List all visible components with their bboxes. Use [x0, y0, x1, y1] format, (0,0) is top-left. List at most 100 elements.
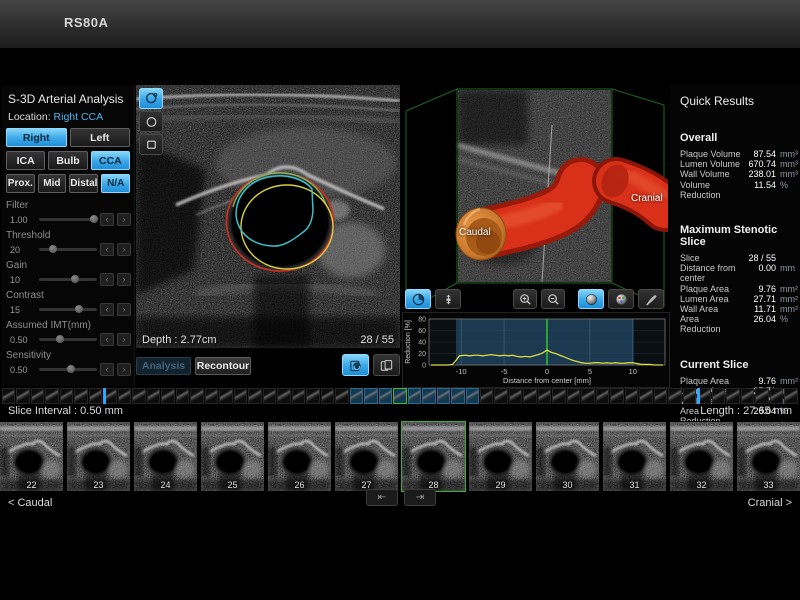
- overview-slice-cell[interactable]: [161, 388, 174, 404]
- overview-slice-cell[interactable]: [422, 388, 435, 404]
- slider-decrement-icon[interactable]: ‹: [100, 273, 114, 286]
- slider-track[interactable]: [39, 248, 97, 251]
- contour-tool-button[interactable]: [139, 88, 163, 109]
- overview-range-marker[interactable]: [103, 388, 106, 404]
- vessel-3d-view[interactable]: Caudal Cranial: [402, 85, 668, 311]
- toggle-bulb[interactable]: Bulb: [48, 151, 87, 170]
- zoom-in-button[interactable]: [513, 289, 537, 309]
- slider-track[interactable]: [39, 338, 97, 341]
- overview-slice-cell[interactable]: [205, 388, 218, 404]
- toggle-distal[interactable]: Distal: [69, 174, 98, 193]
- overview-slice-cell[interactable]: [625, 388, 638, 404]
- slider-thumb[interactable]: [67, 365, 75, 373]
- slice-thumbnail[interactable]: 32: [669, 421, 734, 492]
- toggle-cca[interactable]: CCA: [91, 151, 130, 170]
- overview-slice-cell[interactable]: [654, 388, 667, 404]
- slider-increment-icon[interactable]: ›: [117, 363, 131, 376]
- slice-thumbnail[interactable]: 33: [736, 421, 800, 492]
- analysis-button[interactable]: Analysis: [136, 357, 191, 375]
- overview-slice-cell[interactable]: [596, 388, 609, 404]
- overview-slice-cell[interactable]: [321, 388, 334, 404]
- render-mode-button[interactable]: [578, 289, 604, 309]
- overview-slice-cell[interactable]: [147, 388, 160, 404]
- slider-track[interactable]: [39, 368, 97, 371]
- slider-increment-icon[interactable]: ›: [117, 273, 131, 286]
- slice-thumbnail[interactable]: 23: [66, 421, 131, 492]
- overview-slice-cell[interactable]: [16, 388, 29, 404]
- overview-slice-cell[interactable]: [451, 388, 464, 404]
- overview-slice-cell[interactable]: [741, 388, 754, 404]
- slice-thumbnail[interactable]: 26: [267, 421, 332, 492]
- overview-slice-cell[interactable]: [466, 388, 479, 404]
- rect-tool-button[interactable]: [139, 134, 163, 155]
- slider-track[interactable]: [39, 308, 97, 311]
- slice-thumbnail[interactable]: 24: [133, 421, 198, 492]
- slider-decrement-icon[interactable]: ‹: [100, 363, 114, 376]
- overview-range-marker[interactable]: [697, 388, 700, 404]
- overview-slice-cell[interactable]: [523, 388, 536, 404]
- overview-slice-cell[interactable]: [118, 388, 131, 404]
- overview-slice-cell[interactable]: [755, 388, 768, 404]
- toggle-right[interactable]: Right: [6, 128, 67, 147]
- volume-render-toggle-button[interactable]: [342, 354, 369, 376]
- ultrasound-image[interactable]: [136, 85, 400, 348]
- overview-slice-cell[interactable]: [509, 388, 522, 404]
- slice-thumbnail[interactable]: 25: [200, 421, 265, 492]
- slice-overview-strip[interactable]: [2, 388, 798, 404]
- slider-increment-icon[interactable]: ›: [117, 243, 131, 256]
- overview-slice-cell[interactable]: [408, 388, 421, 404]
- go-first-slice-button[interactable]: ⇤: [366, 489, 398, 506]
- go-last-slice-button[interactable]: ⇥: [404, 489, 436, 506]
- overview-slice-cell[interactable]: [639, 388, 652, 404]
- slice-thumbnail[interactable]: 29: [468, 421, 533, 492]
- slice-thumbnail[interactable]: 28: [401, 421, 466, 492]
- slice-thumbnail[interactable]: 22: [0, 421, 64, 492]
- ellipse-tool-button[interactable]: [139, 111, 163, 132]
- slider-thumb[interactable]: [90, 215, 98, 223]
- slider-decrement-icon[interactable]: ‹: [100, 243, 114, 256]
- recontour-button[interactable]: Recontour: [195, 357, 251, 375]
- overview-slice-cell[interactable]: [350, 388, 363, 404]
- overview-slice-cell[interactable]: [219, 388, 232, 404]
- slice-thumbnail[interactable]: 30: [535, 421, 600, 492]
- overview-slice-cell[interactable]: [31, 388, 44, 404]
- toggle-left[interactable]: Left: [70, 128, 131, 147]
- overview-slice-cell[interactable]: [726, 388, 739, 404]
- overview-slice-cell[interactable]: [581, 388, 594, 404]
- slice-position-button[interactable]: [435, 289, 461, 309]
- overview-slice-cell[interactable]: [567, 388, 580, 404]
- slider-thumb[interactable]: [75, 305, 83, 313]
- overview-slice-cell[interactable]: [480, 388, 493, 404]
- overview-slice-cell[interactable]: [393, 388, 406, 404]
- toggle-n-a[interactable]: N/A: [101, 174, 130, 193]
- toggle-mid[interactable]: Mid: [38, 174, 67, 193]
- slice-thumbnail[interactable]: 27: [334, 421, 399, 492]
- toggle-ica[interactable]: ICA: [6, 151, 45, 170]
- overview-slice-cell[interactable]: [335, 388, 348, 404]
- overview-slice-cell[interactable]: [248, 388, 261, 404]
- overview-slice-cell[interactable]: [292, 388, 305, 404]
- slider-track[interactable]: [39, 278, 97, 281]
- overview-slice-cell[interactable]: [234, 388, 247, 404]
- overview-slice-cell[interactable]: [2, 388, 15, 404]
- overview-slice-cell[interactable]: [437, 388, 450, 404]
- overview-slice-cell[interactable]: [306, 388, 319, 404]
- overview-slice-cell[interactable]: [60, 388, 73, 404]
- slider-thumb[interactable]: [49, 245, 57, 253]
- orientation-view-button[interactable]: [405, 289, 431, 309]
- overview-slice-cell[interactable]: [784, 388, 797, 404]
- overview-slice-cell[interactable]: [610, 388, 623, 404]
- slider-decrement-icon[interactable]: ‹: [100, 213, 114, 226]
- overview-slice-cell[interactable]: [683, 388, 696, 404]
- overview-slice-cell[interactable]: [263, 388, 276, 404]
- overview-slice-cell[interactable]: [277, 388, 290, 404]
- overview-slice-cell[interactable]: [45, 388, 58, 404]
- slider-increment-icon[interactable]: ›: [117, 333, 131, 346]
- overview-slice-cell[interactable]: [89, 388, 102, 404]
- overview-slice-cell[interactable]: [190, 388, 203, 404]
- overview-slice-cell[interactable]: [364, 388, 377, 404]
- slider-track[interactable]: [39, 218, 97, 221]
- overview-slice-cell[interactable]: [712, 388, 725, 404]
- color-mode-button[interactable]: [608, 289, 634, 309]
- slider-thumb[interactable]: [71, 275, 79, 283]
